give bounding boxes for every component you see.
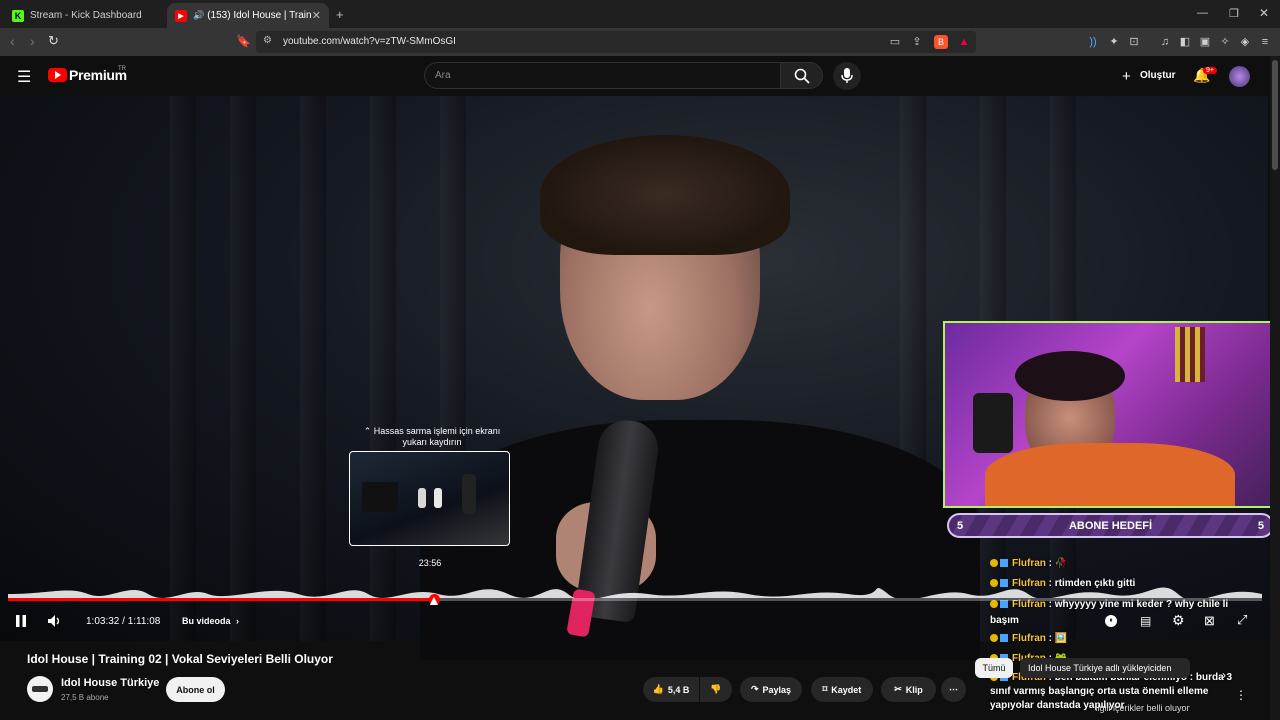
cast-icon[interactable]: ▭ [888, 35, 902, 49]
streamer-webcam-overlay [943, 321, 1274, 508]
seek-preview-time: 23:56 [418, 558, 442, 568]
notification-badge: 9+ [1203, 67, 1217, 74]
vpn-icon[interactable]: ◈ [1238, 35, 1252, 49]
chat-message: Flufran : 🥀 [990, 558, 1067, 569]
filter-chip-all[interactable]: Tümü [975, 658, 1013, 678]
menu-icon[interactable]: ≡ [1258, 35, 1272, 49]
more-vertical-icon[interactable]: ⋮ [1235, 688, 1247, 702]
pause-button[interactable] [15, 614, 27, 633]
new-tab-button[interactable]: + [336, 7, 344, 22]
goal-left-value: 5 [957, 519, 964, 532]
volume-icon [48, 615, 60, 627]
dislike-button[interactable]: 👎 [700, 677, 732, 702]
sidebar-icon[interactable]: ◧ [1178, 35, 1192, 49]
chapter-button[interactable]: Bu videoda › [182, 616, 239, 626]
youtube-logo-icon[interactable] [48, 68, 67, 82]
page-scrollbar-thumb[interactable] [1272, 60, 1278, 170]
volume-button[interactable] [47, 614, 63, 633]
region-label: TR [118, 66, 126, 72]
clip-label: Klip [905, 684, 923, 695]
like-button[interactable]: 👍 5,4 B [643, 677, 699, 702]
share-icon[interactable]: ⇪ [910, 35, 924, 49]
tab-title: (153) Idol House | Training 02 [207, 10, 312, 21]
more-horizontal-icon: ⋯ [949, 684, 958, 694]
search-icon [794, 68, 810, 84]
url-text[interactable]: youtube.com/watch?v=zTW-SMmOsGI [283, 36, 456, 47]
chevron-right-icon: › [236, 616, 240, 626]
reload-icon[interactable]: ↻ [48, 33, 59, 49]
related-subtitle: İlgili içerikler belli oluyor [1095, 703, 1190, 713]
music-icon[interactable]: ♫ [1158, 35, 1172, 49]
maximize-icon[interactable]: ❐ [1229, 7, 1239, 20]
account-avatar[interactable] [1229, 66, 1250, 87]
brave-rewards-icon[interactable]: ▲ [957, 35, 971, 49]
speaker-icon: 🔊 [193, 10, 205, 20]
audio-wave-icon[interactable]: )) [1086, 35, 1100, 49]
voice-search-button[interactable] [833, 62, 861, 90]
wallet-icon[interactable]: ▣ [1198, 35, 1212, 49]
filter-chip-uploader[interactable]: Idol House Türkiye adlı yükleyiciden [1020, 658, 1190, 678]
bookmark-icon[interactable]: 🔖 [236, 34, 251, 48]
save-button[interactable]: ⌑ Kaydet [811, 677, 873, 702]
video-title: Idol House | Training 02 | Vokal Seviyel… [27, 652, 333, 666]
chat-message: Flufran : 🖼️ [990, 633, 1067, 644]
minimize-icon[interactable]: — [1197, 7, 1208, 19]
tab-kick-dashboard[interactable]: K Stream - Kick Dashboard [4, 3, 164, 28]
search-placeholder: Ara [435, 70, 451, 81]
site-info-icon[interactable]: ⚙ [263, 35, 272, 46]
channel-name[interactable]: Idol House Türkiye [61, 677, 159, 689]
leo-ai-icon[interactable]: ✧ [1218, 35, 1232, 49]
most-replayed-heatmap [8, 587, 1262, 598]
close-tab-icon[interactable]: ✕ [312, 9, 321, 22]
share-label: Paylaş [762, 684, 792, 695]
settings-gear-icon[interactable]: ⚙ [1172, 612, 1185, 629]
kick-favicon-icon: K [12, 9, 24, 22]
more-actions-button[interactable]: ⋯ [941, 677, 966, 702]
time-display: 1:03:32 / 1:11:08 [86, 616, 161, 627]
chapter-label: Bu videoda [182, 616, 231, 626]
microphone-icon [841, 68, 853, 83]
subscriber-goal-bar: 5 ABONE HEDEFİ 5 [947, 513, 1274, 538]
mouse-cursor-icon: ▲ [427, 592, 441, 608]
like-count: 5,4 B [667, 684, 690, 695]
tab-youtube-video[interactable]: ▶ 🔊 (153) Idol House | Training 02 ✕ [167, 3, 329, 28]
share-arrow-icon: ↷ [750, 684, 759, 694]
autoplay-toggle-icon[interactable]: ⏸ [1105, 615, 1117, 627]
create-button[interactable]: Oluştur [1140, 70, 1176, 81]
share-button[interactable]: ↷ Paylaş [740, 677, 802, 702]
youtube-favicon-icon: ▶ [175, 9, 187, 22]
search-button[interactable] [781, 62, 823, 89]
goal-right-value: 5 [1257, 519, 1264, 532]
goal-label: ABONE HEDEFİ [1068, 519, 1153, 532]
subscribe-button[interactable]: Abone ol [166, 677, 225, 702]
forward-icon[interactable]: › [30, 33, 35, 49]
clip-button[interactable]: ✂ Klip [881, 677, 936, 702]
brave-shield-icon[interactable]: B [934, 35, 948, 49]
thumbs-up-icon: 👍 [652, 684, 664, 694]
video-frame-hair [540, 135, 790, 255]
seek-preview-thumbnail [349, 451, 510, 546]
save-bookmark-icon: ⌑ [822, 684, 828, 694]
extensions-icon[interactable]: ✦ [1107, 35, 1121, 49]
subtitles-icon[interactable]: ▤ [1140, 614, 1151, 628]
back-icon[interactable]: ‹ [10, 33, 15, 49]
save-label: Kaydet [831, 684, 862, 695]
seek-tip-text: ⌃ Hassas sarma işlemi için ekranı yukarı… [363, 426, 501, 447]
pause-icon [16, 615, 26, 627]
scissors-icon: ✂ [894, 684, 902, 694]
close-window-icon[interactable]: ✕ [1259, 6, 1269, 20]
fullscreen-icon[interactable]: ⤢ [1237, 612, 1247, 628]
search-box[interactable]: Ara [424, 62, 781, 89]
channel-avatar[interactable] [27, 676, 53, 702]
tab-title: Stream - Kick Dashboard [30, 10, 142, 21]
subscriber-count: 27,5 B abone [61, 693, 109, 702]
create-plus-icon[interactable]: + [1122, 68, 1131, 85]
chip-scroll-right-icon[interactable]: › [1222, 668, 1226, 682]
hamburger-menu-icon[interactable]: ☰ [17, 67, 31, 87]
screenshot-icon[interactable]: ⊡ [1127, 35, 1141, 49]
progress-played [8, 598, 435, 601]
thumbs-down-icon: 👎 [710, 684, 722, 694]
miniplayer-icon[interactable]: ⊠ [1204, 613, 1215, 629]
